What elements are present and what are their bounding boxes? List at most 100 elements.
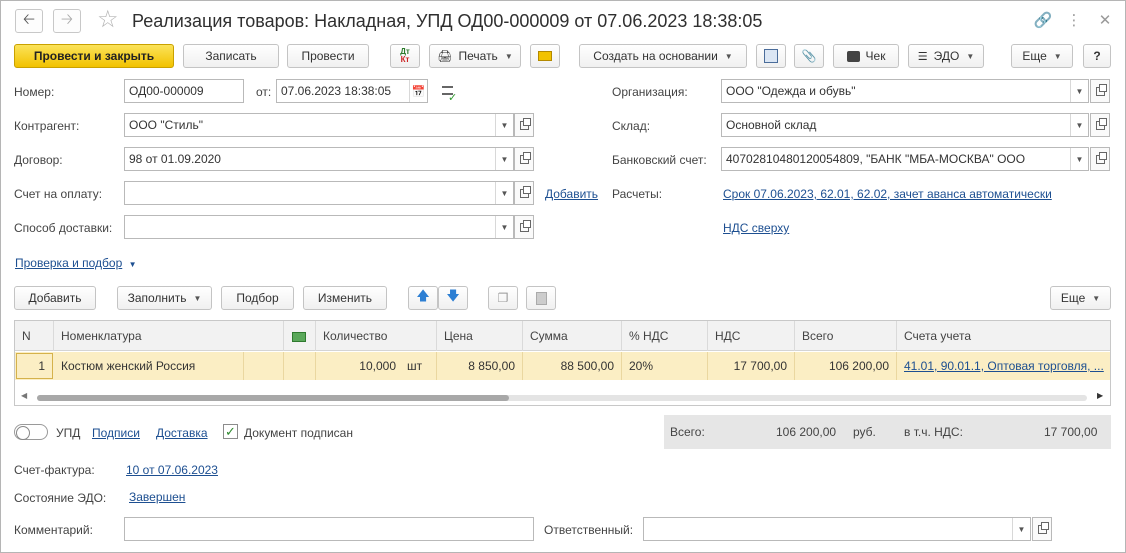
edit-button[interactable]: Изменить <box>303 286 387 310</box>
fill-button[interactable]: Заполнить ▼ <box>117 286 212 310</box>
warehouse-field[interactable]: Основной склад ▼ <box>721 113 1089 137</box>
col-qty[interactable]: Количество <box>316 321 437 351</box>
table-more-button[interactable]: Еще ▼ <box>1050 286 1111 310</box>
open-delivery-method-button[interactable] <box>514 215 534 239</box>
table-row[interactable]: 1 Костюм женский Россия 10,000 шт 8 850,… <box>15 352 1110 380</box>
calendar-icon[interactable]: 📅 <box>409 80 427 102</box>
open-organization-button[interactable] <box>1090 79 1110 103</box>
counterparty-field[interactable]: ООО "Стиль" ▼ <box>124 113 514 137</box>
date-field[interactable]: 07.06.2023 18:38:05 📅 <box>276 79 428 103</box>
scroll-left-icon[interactable]: ◀ <box>21 391 27 400</box>
scroll-thumb[interactable] <box>37 395 509 401</box>
organization-label: Организация: <box>612 85 688 99</box>
col-total[interactable]: Всего <box>795 321 897 351</box>
open-icon <box>1095 83 1107 96</box>
star-icon[interactable]: ☆ <box>97 6 119 34</box>
vat-on-top-link[interactable]: НДС сверху <box>723 221 789 235</box>
cell-type[interactable] <box>284 352 316 380</box>
check-and-pick-link[interactable]: Проверка и подбор <box>15 256 122 270</box>
col-item[interactable]: Номенклатура <box>54 321 284 351</box>
cell-vat[interactable]: 17 700,00 <box>708 352 795 380</box>
number-field[interactable]: ОД00-000009 <box>124 79 244 103</box>
back-button[interactable]: 🡠 <box>15 9 43 33</box>
cell-total[interactable]: 106 200,00 <box>795 352 897 380</box>
paste-button[interactable] <box>526 286 556 310</box>
date-value: 07.06.2023 18:38:05 <box>281 84 392 98</box>
pick-button[interactable]: Подбор <box>221 286 294 310</box>
forward-button[interactable]: 🡢 <box>53 9 81 33</box>
print-button[interactable]: 🖨 Печать ▼ <box>429 44 521 68</box>
help-button[interactable]: ? <box>1083 44 1111 68</box>
col-accounts[interactable]: Счета учета <box>897 321 1110 351</box>
open-contract-button[interactable] <box>514 147 534 171</box>
bank-account-field[interactable]: 40702810480120054809, "БАНК "МБА-МОСКВА"… <box>721 147 1089 171</box>
cell-n[interactable]: 1 <box>16 353 53 379</box>
col-n[interactable]: N <box>15 321 54 351</box>
link-icon[interactable]: 🔗 <box>1032 9 1054 31</box>
contract-field[interactable]: 98 от 01.09.2020 ▼ <box>124 147 514 171</box>
add-row-button[interactable]: Добавить <box>14 286 96 310</box>
cell-item[interactable]: Костюм женский Россия <box>54 352 244 380</box>
scroll-right-icon[interactable]: ▶ <box>1097 391 1103 400</box>
status-list-icon[interactable]: ✓ <box>441 83 457 104</box>
arrow-right-icon: 🡢 <box>60 10 74 28</box>
delivery-link[interactable]: Доставка <box>156 426 208 440</box>
cell-unit[interactable]: шт <box>403 352 437 380</box>
move-down-button[interactable]: 🡇 <box>438 286 468 310</box>
open-counterparty-button[interactable] <box>514 113 534 137</box>
cell-item-extra[interactable] <box>244 352 284 380</box>
create-based-on-button[interactable]: Создать на основании ▼ <box>579 44 747 68</box>
email-button[interactable] <box>530 44 560 68</box>
document-signed-checkbox[interactable]: ✓ <box>223 424 238 439</box>
col-vat[interactable]: НДС <box>708 321 795 351</box>
col-price[interactable]: Цена <box>437 321 523 351</box>
tax-invoice-link[interactable]: 10 от 07.06.2023 <box>126 463 218 477</box>
cell-price[interactable]: 8 850,00 <box>437 352 523 380</box>
col-type[interactable] <box>284 321 316 351</box>
chevron-down-icon[interactable]: ▼ <box>1012 518 1030 540</box>
chevron-down-icon[interactable]: ▼ <box>1070 148 1088 170</box>
structure-button[interactable] <box>756 44 786 68</box>
fill-label: Заполнить <box>127 291 187 305</box>
open-responsible-button[interactable] <box>1032 517 1052 541</box>
delivery-method-field[interactable]: ▼ <box>124 215 514 239</box>
open-payment-invoice-button[interactable] <box>514 181 534 205</box>
chevron-down-icon[interactable]: ▼ <box>495 114 513 136</box>
post-button[interactable]: Провести <box>287 44 369 68</box>
close-icon[interactable]: ✕ <box>1094 9 1116 31</box>
move-up-button[interactable]: 🡅 <box>408 286 438 310</box>
edo-button[interactable]: ☰ ЭДО ▼ <box>908 44 984 68</box>
comment-field[interactable] <box>124 517 534 541</box>
signatures-link[interactable]: Подписи <box>92 426 140 440</box>
add-invoice-link[interactable]: Добавить <box>545 187 598 201</box>
chevron-down-icon[interactable]: ▼ <box>1070 80 1088 102</box>
open-warehouse-button[interactable] <box>1090 113 1110 137</box>
check-and-pick-menu[interactable]: Проверка и подбор ▼ <box>15 256 137 270</box>
receipt-button[interactable]: Чек <box>833 44 899 68</box>
save-button[interactable]: Записать <box>183 44 279 68</box>
chevron-down-icon[interactable]: ▼ <box>495 182 513 204</box>
responsible-field[interactable]: ▼ <box>643 517 1031 541</box>
cell-vat-rate[interactable]: 20% <box>622 352 708 380</box>
chevron-down-icon[interactable]: ▼ <box>495 216 513 238</box>
upd-toggle[interactable] <box>14 424 48 440</box>
cell-qty[interactable]: 10,000 <box>316 352 403 380</box>
col-vat-rate[interactable]: % НДС <box>622 321 708 351</box>
organization-field[interactable]: ООО "Одежда и обувь" ▼ <box>721 79 1089 103</box>
settlements-link[interactable]: Срок 07.06.2023, 62.01, 62.02, зачет ава… <box>723 187 1052 201</box>
table-horizontal-scrollbar[interactable]: ◀ ▶ <box>15 389 1110 405</box>
open-bank-account-button[interactable] <box>1090 147 1110 171</box>
col-sum[interactable]: Сумма <box>523 321 622 351</box>
chevron-down-icon[interactable]: ▼ <box>495 148 513 170</box>
more-vertical-icon[interactable]: ⋮ <box>1063 9 1085 31</box>
cell-accounts[interactable]: 41.01, 90.01.1, Оптовая торговля, ... <box>897 352 1110 380</box>
payment-invoice-field[interactable]: ▼ <box>124 181 514 205</box>
copy-row-button[interactable]: ❐ <box>488 286 518 310</box>
more-button[interactable]: Еще ▼ <box>1011 44 1073 68</box>
chevron-down-icon[interactable]: ▼ <box>1070 114 1088 136</box>
post-and-close-button[interactable]: Провести и закрыть <box>14 44 174 68</box>
dt-kt-button[interactable]: Дт Кт <box>390 44 420 68</box>
edo-state-link[interactable]: Завершен <box>129 490 185 504</box>
attach-button[interactable]: 📎 <box>794 44 824 68</box>
cell-sum[interactable]: 88 500,00 <box>523 352 622 380</box>
